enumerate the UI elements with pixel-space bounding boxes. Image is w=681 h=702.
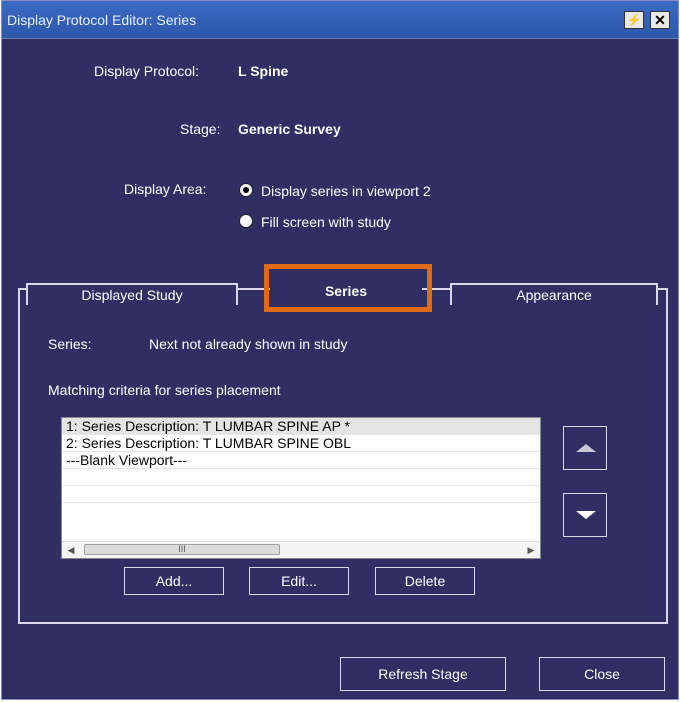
display-protocol-value: L Spine <box>238 63 289 79</box>
window-title: Display Protocol Editor: Series <box>7 12 197 28</box>
scroll-right-icon[interactable]: ▶ <box>524 543 538 557</box>
radio-fill-screen-label[interactable]: Fill screen with study <box>261 214 391 230</box>
display-area-label: Display Area: <box>124 181 207 197</box>
delete-button[interactable]: Delete <box>375 567 475 595</box>
horizontal-scrollbar[interactable]: ◀ III ▶ <box>62 541 540 558</box>
add-button[interactable]: Add... <box>124 567 224 595</box>
list-item[interactable] <box>62 486 540 503</box>
list-item[interactable] <box>62 469 540 486</box>
dialog-window: Display Protocol Editor: Series ⚡ ✕ Disp… <box>1 0 679 700</box>
title-bar[interactable]: Display Protocol Editor: Series ⚡ ✕ <box>2 1 678 39</box>
tab-displayed-study[interactable]: Displayed Study <box>26 283 238 305</box>
series-label: Series: <box>48 336 92 352</box>
pin-icon[interactable]: ⚡ <box>624 11 644 29</box>
scroll-thumb[interactable]: III <box>84 544 280 555</box>
close-icon[interactable]: ✕ <box>650 11 670 29</box>
move-down-button[interactable] <box>563 493 607 537</box>
arrow-down-icon <box>576 511 596 519</box>
radio-display-series-label[interactable]: Display series in viewport 2 <box>261 183 431 199</box>
list-item[interactable]: 2: Series Description: T LUMBAR SPINE OB… <box>62 435 540 452</box>
series-value: Next not already shown in study <box>149 336 348 352</box>
stage-label: Stage: <box>180 121 221 137</box>
criteria-heading: Matching criteria for series placement <box>48 382 281 398</box>
scroll-left-icon[interactable]: ◀ <box>64 543 78 557</box>
close-button[interactable]: Close <box>539 657 665 691</box>
move-up-button[interactable] <box>563 426 607 470</box>
list-item[interactable]: ---Blank Viewport--- <box>62 452 540 469</box>
display-protocol-label: Display Protocol: <box>94 63 200 79</box>
criteria-list[interactable]: 1: Series Description: T LUMBAR SPINE AP… <box>61 417 541 559</box>
refresh-stage-button[interactable]: Refresh Stage <box>340 657 506 691</box>
arrow-up-icon <box>576 444 596 452</box>
radio-fill-screen[interactable] <box>239 214 253 228</box>
radio-display-series[interactable] <box>239 183 253 197</box>
tab-appearance[interactable]: Appearance <box>450 283 658 305</box>
stage-value: Generic Survey <box>238 121 341 137</box>
list-item[interactable]: 1: Series Description: T LUMBAR SPINE AP… <box>62 418 540 435</box>
series-tab-highlight <box>264 264 432 312</box>
edit-button[interactable]: Edit... <box>249 567 349 595</box>
